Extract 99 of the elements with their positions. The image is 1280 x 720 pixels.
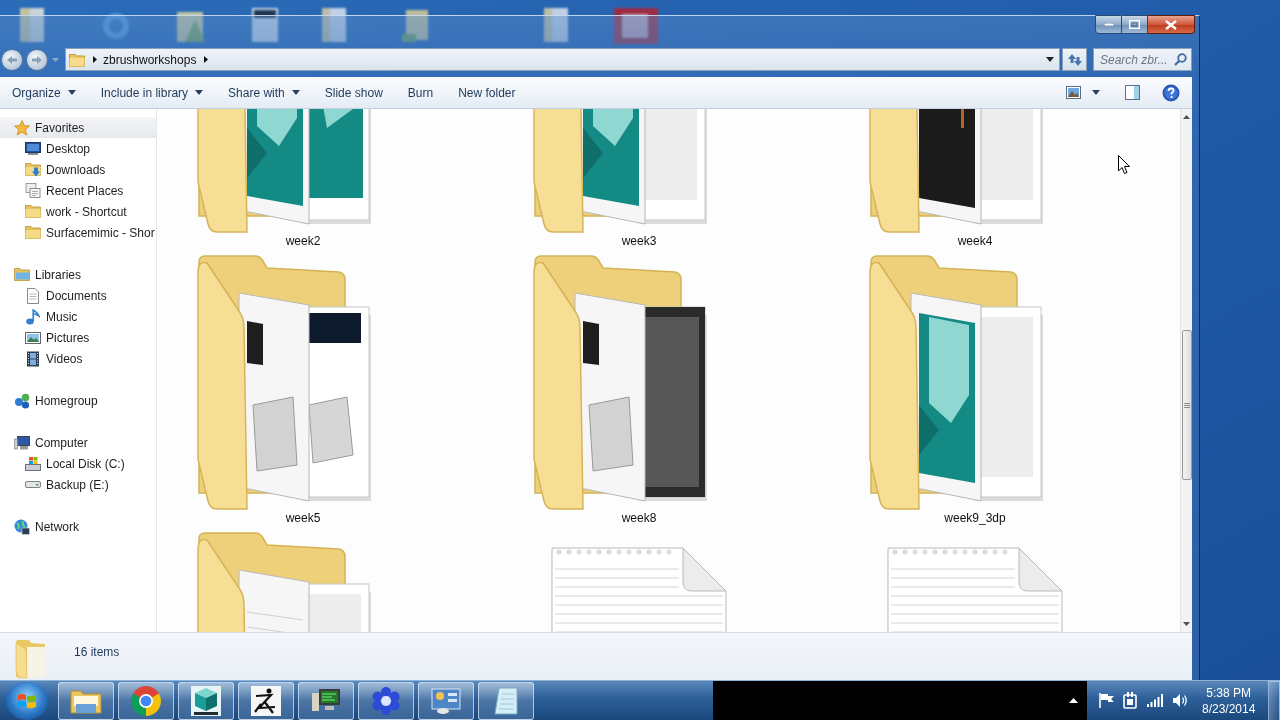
- folder-icon: [533, 255, 709, 511]
- close-button[interactable]: [1148, 15, 1195, 34]
- downloads-folder-icon: [25, 162, 41, 177]
- window-flag-icon: [17, 691, 37, 710]
- hard-drive-icon: [25, 456, 41, 471]
- running-figure-icon: [251, 685, 281, 716]
- caret-icon[interactable]: [1092, 90, 1100, 95]
- network-icon: [14, 518, 30, 535]
- left-arrow-icon: [6, 54, 18, 65]
- recent-places-icon: [25, 183, 41, 198]
- toolbar-button[interactable]: Include in library: [90, 79, 214, 106]
- flower-icon: [371, 685, 401, 716]
- desktop-icon: [25, 142, 41, 155]
- forward-button[interactable]: [26, 48, 48, 71]
- toolbar-button[interactable]: Organize: [2, 79, 86, 106]
- folder-item[interactable]: week3: [533, 109, 709, 249]
- grip-icon: [1183, 402, 1190, 408]
- homegroup-icon: [14, 392, 30, 409]
- folder-item[interactable]: week5: [197, 255, 373, 526]
- sidebar-item[interactable]: Surfacemimic - Shor: [0, 222, 156, 243]
- help-icon[interactable]: [1162, 83, 1180, 102]
- folder-icon: [69, 52, 85, 67]
- picture-view-icon[interactable]: [1066, 86, 1081, 99]
- sidebar-item[interactable]: Local Disk (C:): [0, 453, 156, 474]
- folder-item[interactable]: week8: [533, 255, 709, 526]
- clock-time[interactable]: 5:38 PM: [1206, 684, 1252, 701]
- toolbar-button[interactable]: Slide show: [314, 79, 393, 106]
- up-arrow-icon: [1183, 115, 1190, 119]
- signal-bars-icon[interactable]: [1147, 694, 1163, 707]
- breadcrumb-arrow-icon[interactable]: [204, 56, 209, 63]
- sidebar-item[interactable]: Documents: [0, 285, 156, 306]
- taskbar-button[interactable]: [178, 681, 234, 720]
- search-icon[interactable]: [1174, 53, 1187, 66]
- library-icon: [14, 268, 30, 281]
- clock-date[interactable]: 8/23/2014: [1202, 700, 1256, 717]
- star-icon: [14, 119, 30, 136]
- toolbar-button[interactable]: New folder: [448, 79, 526, 106]
- document-icon: [27, 287, 39, 304]
- show-desktop-button[interactable]: [1268, 680, 1280, 720]
- start-button[interactable]: [6, 681, 48, 720]
- sidebar-item[interactable]: Backup (E:): [0, 474, 156, 495]
- dropdown-caret-icon[interactable]: [1046, 57, 1054, 62]
- sidebar-item[interactable]: Computer: [0, 432, 156, 453]
- refresh-arrows-icon: [1066, 52, 1083, 67]
- folder-icon: [869, 255, 1045, 511]
- item-count: 16 items: [74, 644, 120, 661]
- picture-icon: [25, 331, 41, 344]
- folder-item[interactable]: week9_3dp: [869, 255, 1045, 526]
- flag-icon[interactable]: [1099, 693, 1115, 708]
- folder-item[interactable]: week4: [869, 109, 1045, 249]
- taskbar-button[interactable]: [298, 681, 354, 720]
- notepad-icon: [493, 685, 519, 716]
- music-note-icon: [26, 308, 40, 325]
- down-arrow-icon: [1183, 622, 1190, 626]
- desktop-shortcut-icon[interactable]: [612, 6, 660, 46]
- show-hidden-icons-arrow-icon[interactable]: [1069, 698, 1078, 703]
- folder-item[interactable]: week2: [197, 109, 373, 249]
- sidebar-item[interactable]: Pictures: [0, 327, 156, 348]
- breadcrumb-arrow-icon[interactable]: [93, 56, 97, 63]
- refresh-button[interactable]: [1062, 48, 1087, 71]
- sidebar-item[interactable]: Music: [0, 306, 156, 327]
- sidebar-item[interactable]: work - Shortcut: [0, 201, 156, 222]
- mouse-pointer-icon: [1118, 155, 1130, 174]
- folder-icon: [25, 205, 41, 218]
- film-strip-icon: [27, 350, 39, 367]
- toolbar-button[interactable]: Share with: [218, 79, 310, 106]
- vertical-scrollbar[interactable]: [1180, 109, 1192, 632]
- power-plug-icon[interactable]: [1123, 692, 1137, 709]
- back-button[interactable]: [1, 48, 23, 71]
- maximize-button[interactable]: [1122, 15, 1148, 34]
- sidebar-item[interactable]: Libraries: [0, 264, 156, 285]
- minimize-icon: [1103, 23, 1114, 26]
- right-arrow-icon: [31, 54, 43, 65]
- preview-pane-icon[interactable]: [1125, 85, 1140, 100]
- minimize-button[interactable]: [1095, 15, 1122, 34]
- drive-icon: [25, 481, 41, 488]
- sidebar-item[interactable]: Recent Places: [0, 180, 156, 201]
- desktop-shortcut-icon[interactable]: [18, 6, 46, 44]
- speaker-icon[interactable]: [1172, 693, 1188, 708]
- cube-logo-icon: [191, 685, 221, 716]
- dashboard-icon: [431, 686, 461, 715]
- sidebar-item[interactable]: Homegroup: [0, 390, 156, 411]
- maximize-icon: [1129, 20, 1140, 29]
- toolbar-button[interactable]: Burn: [397, 79, 444, 106]
- scrollbar-thumb[interactable]: [1181, 330, 1192, 480]
- breadcrumb-item[interactable]: zbrushworkshops: [97, 49, 203, 70]
- computer-icon: [14, 435, 30, 450]
- taskbar-button[interactable]: [238, 681, 294, 720]
- address-bar[interactable]: zbrushworkshops: [65, 48, 1060, 71]
- sidebar-item[interactable]: Network: [0, 516, 156, 537]
- folder-icon: [197, 255, 373, 511]
- sidebar-item[interactable]: Videos: [0, 348, 156, 369]
- sidebar-item[interactable]: Desktop: [0, 138, 156, 159]
- search-field[interactable]: Search zbr...: [1093, 48, 1192, 71]
- sidebar-item[interactable]: Downloads: [0, 159, 156, 180]
- ring-logo-icon: [131, 685, 161, 716]
- sidebar-item[interactable]: Favorites: [0, 117, 156, 138]
- close-icon: [1165, 19, 1177, 30]
- folder-icon: [25, 226, 41, 239]
